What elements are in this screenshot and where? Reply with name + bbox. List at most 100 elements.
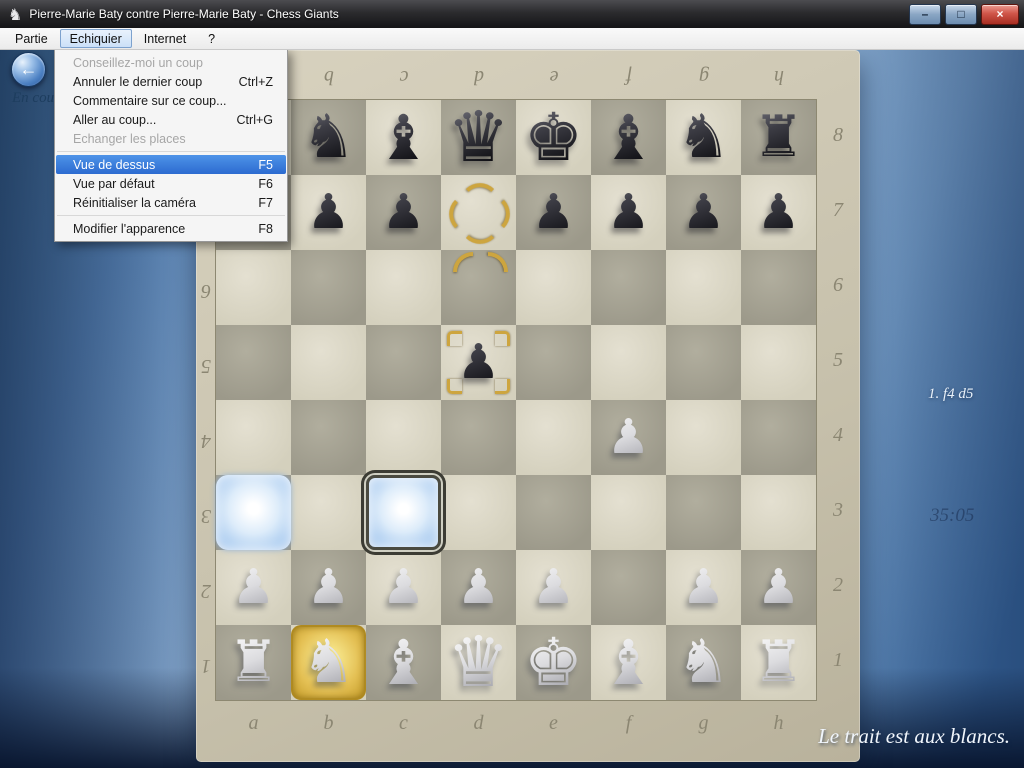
white-piece-g2[interactable]: ♟ [666,550,741,625]
square-g4[interactable] [666,400,741,475]
menu-bar: Partie Echiquier Internet ? [0,28,1024,50]
white-piece-b2[interactable]: ♟ [291,550,366,625]
legal-move-highlight[interactable] [216,475,291,550]
white-piece-b1[interactable]: ♞ [291,625,366,700]
black-piece-c8[interactable]: ♝ [366,100,441,175]
menu-item-label: Réinitialiser la caméra [73,196,196,210]
white-piece-e1[interactable]: ♚ [516,625,591,700]
black-piece-g8[interactable]: ♞ [666,100,741,175]
white-piece-d1[interactable]: ♛ [441,625,516,700]
square-d7[interactable] [441,175,516,250]
menu-item-1[interactable]: Annuler le dernier coupCtrl+Z [55,72,287,91]
hover-move-highlight[interactable] [366,475,441,550]
rank-label-left-3: 3 [196,499,216,527]
square-d4[interactable] [441,400,516,475]
board-frame: ♜♞♝♛♚♝♞♜♟♟♟♟♟♟♟♟♟♟♟♟♟♟♟♟♜♞♝♛♚♝♞♜ aabbccd… [196,50,860,762]
white-piece-d2[interactable]: ♟ [441,550,516,625]
window-title: Pierre-Marie Baty contre Pierre-Marie Ba… [29,7,909,21]
white-piece-h2[interactable]: ♟ [741,550,816,625]
file-label-top-b: b [319,60,339,88]
menu-item-3[interactable]: Aller au coup...Ctrl+G [55,110,287,129]
square-g6[interactable] [666,250,741,325]
black-piece-e8[interactable]: ♚ [516,100,591,175]
black-piece-b8[interactable]: ♞ [291,100,366,175]
white-piece-f4[interactable]: ♟ [591,400,666,475]
menu-item-label: Aller au coup... [73,113,156,127]
maximize-button[interactable]: □ [945,4,977,25]
white-piece-f1[interactable]: ♝ [591,625,666,700]
square-b6[interactable] [291,250,366,325]
chess-giants-window: ♞ Pierre-Marie Baty contre Pierre-Marie … [0,0,1024,768]
square-b5[interactable] [291,325,366,400]
black-piece-e7[interactable]: ♟ [516,175,591,250]
square-c4[interactable] [366,400,441,475]
menu-item-10[interactable]: Modifier l'apparenceF8 [55,219,287,238]
square-h5[interactable] [741,325,816,400]
black-piece-c7[interactable]: ♟ [366,175,441,250]
black-piece-h7[interactable]: ♟ [741,175,816,250]
square-c5[interactable] [366,325,441,400]
square-e3[interactable] [516,475,591,550]
black-piece-g7[interactable]: ♟ [666,175,741,250]
white-piece-a2[interactable]: ♟ [216,550,291,625]
square-e5[interactable] [516,325,591,400]
menu-echiquier[interactable]: Echiquier [60,29,132,48]
menu-partie[interactable]: Partie [5,29,58,48]
white-piece-a1[interactable]: ♜ [216,625,291,700]
menu-item-label: Vue par défaut [73,177,155,191]
menu-item-label: Commentaire sur ce coup... [73,94,227,108]
square-g5[interactable] [666,325,741,400]
file-label-top-g: g [694,60,714,88]
rank-label-right-5: 5 [828,349,848,377]
file-label-bottom-h: h [769,712,789,740]
white-piece-g1[interactable]: ♞ [666,625,741,700]
white-piece-c2[interactable]: ♟ [366,550,441,625]
white-piece-h1[interactable]: ♜ [741,625,816,700]
black-piece-h8[interactable]: ♜ [741,100,816,175]
square-d3[interactable] [441,475,516,550]
black-piece-f8[interactable]: ♝ [591,100,666,175]
back-arrow-button[interactable]: ← [11,52,46,87]
square-b4[interactable] [291,400,366,475]
square-c6[interactable] [366,250,441,325]
black-piece-f7[interactable]: ♟ [591,175,666,250]
square-h6[interactable] [741,250,816,325]
square-e6[interactable] [516,250,591,325]
square-d6[interactable] [441,250,516,325]
menu-item-label: Vue de dessus [73,158,155,172]
menu-item-6[interactable]: Vue de dessus F5 [56,155,286,174]
square-h3[interactable] [741,475,816,550]
menu-item-shortcut: F5 [258,158,273,172]
menu-item-shortcut: F6 [258,177,273,191]
square-g3[interactable] [666,475,741,550]
square-e4[interactable] [516,400,591,475]
menu-item-2[interactable]: Commentaire sur ce coup... [55,91,287,110]
menu-internet[interactable]: Internet [134,29,196,48]
rank-label-left-6: 6 [196,274,216,302]
back-arrow-icon: ← [20,59,38,80]
square-f3[interactable] [591,475,666,550]
close-button[interactable]: × [981,4,1019,25]
menu-item-7[interactable]: Vue par défaut F6 [55,174,287,193]
menu-help[interactable]: ? [198,29,225,48]
square-h4[interactable] [741,400,816,475]
file-label-bottom-a: a [244,712,264,740]
file-label-bottom-f: f [619,712,639,740]
square-f5[interactable] [591,325,666,400]
client-area: ♜♞♝♛♚♝♞♜♟♟♟♟♟♟♟♟♟♟♟♟♟♟♟♟♜♞♝♛♚♝♞♜ aabbccd… [0,50,1024,768]
square-a4[interactable] [216,400,291,475]
square-f6[interactable] [591,250,666,325]
menu-separator [57,215,285,216]
black-piece-d5[interactable]: ♟ [441,325,516,400]
square-a5[interactable] [216,325,291,400]
white-piece-c1[interactable]: ♝ [366,625,441,700]
menu-item-8[interactable]: Réinitialiser la caméraF7 [55,193,287,212]
file-label-bottom-c: c [394,712,414,740]
black-piece-d8[interactable]: ♛ [441,100,516,175]
square-b3[interactable] [291,475,366,550]
white-piece-e2[interactable]: ♟ [516,550,591,625]
square-f2[interactable] [591,550,666,625]
black-piece-b7[interactable]: ♟ [291,175,366,250]
square-a6[interactable] [216,250,291,325]
minimize-button[interactable]: – [909,4,941,25]
